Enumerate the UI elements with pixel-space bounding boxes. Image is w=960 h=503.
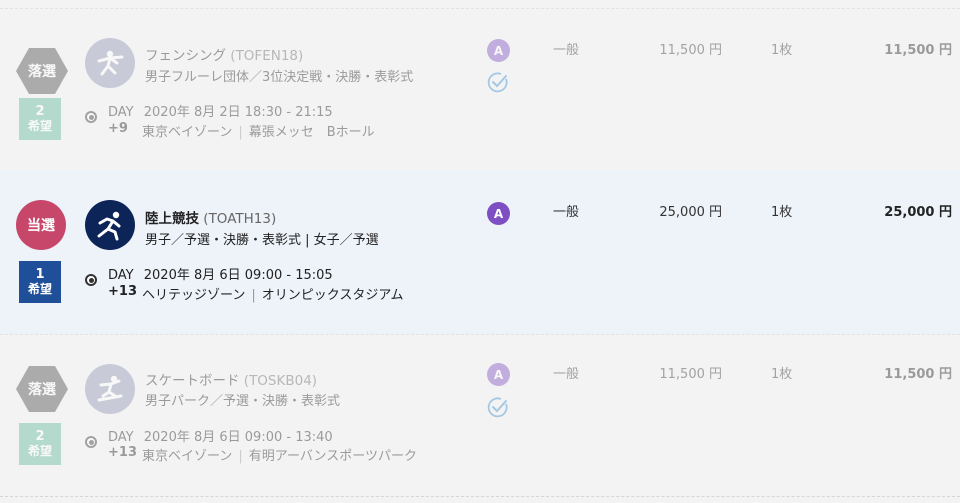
seat-type: 一般 [553,205,580,220]
unit-price: 11,500 円 [659,367,722,382]
day-label: DAY [108,268,134,283]
preference-number: 2 [35,429,45,444]
zone-name: ヘリテッジゾーン [142,288,246,303]
venue-info: ヘリテッジゾーン | オリンピックスタジアム [142,284,403,303]
seat-category-badge: A [487,39,510,62]
unit-price: 11,500 円 [659,43,722,58]
venue-name: 有明アーバンスポーツパーク [248,449,417,464]
ticket-quantity: 1枚 [771,43,793,58]
result-row-skateboard[interactable]: 落選 2 希望 スケートボード (TOSKB04) 男子パーク／予選・決勝・表彰… [0,334,960,494]
day-label: DAY [108,430,134,445]
session-date: DAY 2020年 8月 2日 18:30 - 21:15 [108,101,333,120]
venue-info: 東京ベイゾーン | 幕張メッセ Bホール [142,121,375,140]
ticket-quantity: 1枚 [771,367,793,382]
venue-separator: | [238,449,243,464]
check-circle-icon [487,72,508,93]
event-code: (TOSKB04) [243,373,318,389]
result-row-fencing[interactable]: 落選 2 希望 フェンシング (TOFEN18) 男子フルーレ団体／3位決定戦・… [0,8,960,168]
venue-name: 幕張メッセ Bホール [248,125,375,140]
event-detail: 男子／予選・決勝・表彰式 | 女子／予選 [145,233,379,248]
preference-label: 希望 [27,282,52,296]
session-radio [85,436,97,448]
total-price: 25,000 円 [884,205,952,220]
seat-category-badge: A [487,202,510,225]
preference-label: 希望 [27,444,52,458]
fencing-pictogram-icon [85,38,135,88]
day-number: +9 [108,121,128,136]
preference-badge: 2 希望 [19,423,61,465]
seat-category-badge: A [487,363,510,386]
sport-name: 陸上競技 [145,211,199,227]
event-title: スケートボード (TOSKB04) [145,369,317,389]
result-badge-won: 当選 [16,200,66,250]
event-detail: 男子フルーレ団体／3位決定戦・決勝・表彰式 [145,70,414,85]
sport-name: スケートボード [145,373,240,389]
result-badge-lost: 落選 [16,48,68,94]
lottery-results-list: 落選 2 希望 フェンシング (TOFEN18) 男子フルーレ団体／3位決定戦・… [0,0,960,503]
preference-badge: 1 希望 [19,261,61,303]
session-date: DAY 2020年 8月 6日 09:00 - 13:40 [108,426,333,445]
venue-separator: | [238,125,243,140]
session-datetime: 2020年 8月 6日 09:00 - 15:05 [143,268,333,283]
zone-name: 東京ベイゾーン [142,125,233,140]
event-title: フェンシング (TOFEN18) [145,44,303,64]
session-radio [85,274,97,286]
event-code: (TOATH13) [203,211,277,227]
session-radio [85,111,97,123]
total-price: 11,500 円 [884,367,952,382]
day-label: DAY [108,105,134,120]
unit-price: 25,000 円 [659,205,722,220]
zone-name: 東京ベイゾーン [142,449,233,464]
result-badge-lost: 落選 [16,366,68,412]
athletics-pictogram-icon [85,200,135,250]
preference-number: 1 [35,267,45,282]
seat-type: 一般 [553,43,580,58]
result-row-athletics[interactable]: 当選 1 希望 陸上競技 (TOATH13) 男子／予選・決勝・表彰式 | 女子… [0,170,960,334]
preference-label: 希望 [27,119,52,133]
venue-info: 東京ベイゾーン | 有明アーバンスポーツパーク [142,445,417,464]
total-price: 11,500 円 [884,43,952,58]
ticket-quantity: 1枚 [771,205,793,220]
sport-name: フェンシング [145,48,226,64]
session-date: DAY 2020年 8月 6日 09:00 - 15:05 [108,264,333,283]
row-divider [0,496,960,497]
event-code: (TOFEN18) [230,48,304,64]
session-datetime: 2020年 8月 6日 09:00 - 13:40 [143,430,333,445]
skateboard-pictogram-icon [85,364,135,414]
check-circle-icon [487,397,508,418]
venue-name: オリンピックスタジアム [261,288,404,303]
preference-badge: 2 希望 [19,98,61,140]
preference-number: 2 [35,104,45,119]
event-title: 陸上競技 (TOATH13) [145,207,276,227]
seat-type: 一般 [553,367,580,382]
event-detail: 男子パーク／予選・決勝・表彰式 [145,394,341,409]
session-datetime: 2020年 8月 2日 18:30 - 21:15 [143,105,333,120]
day-number: +13 [108,284,137,299]
venue-separator: | [251,288,256,303]
day-number: +13 [108,445,137,460]
